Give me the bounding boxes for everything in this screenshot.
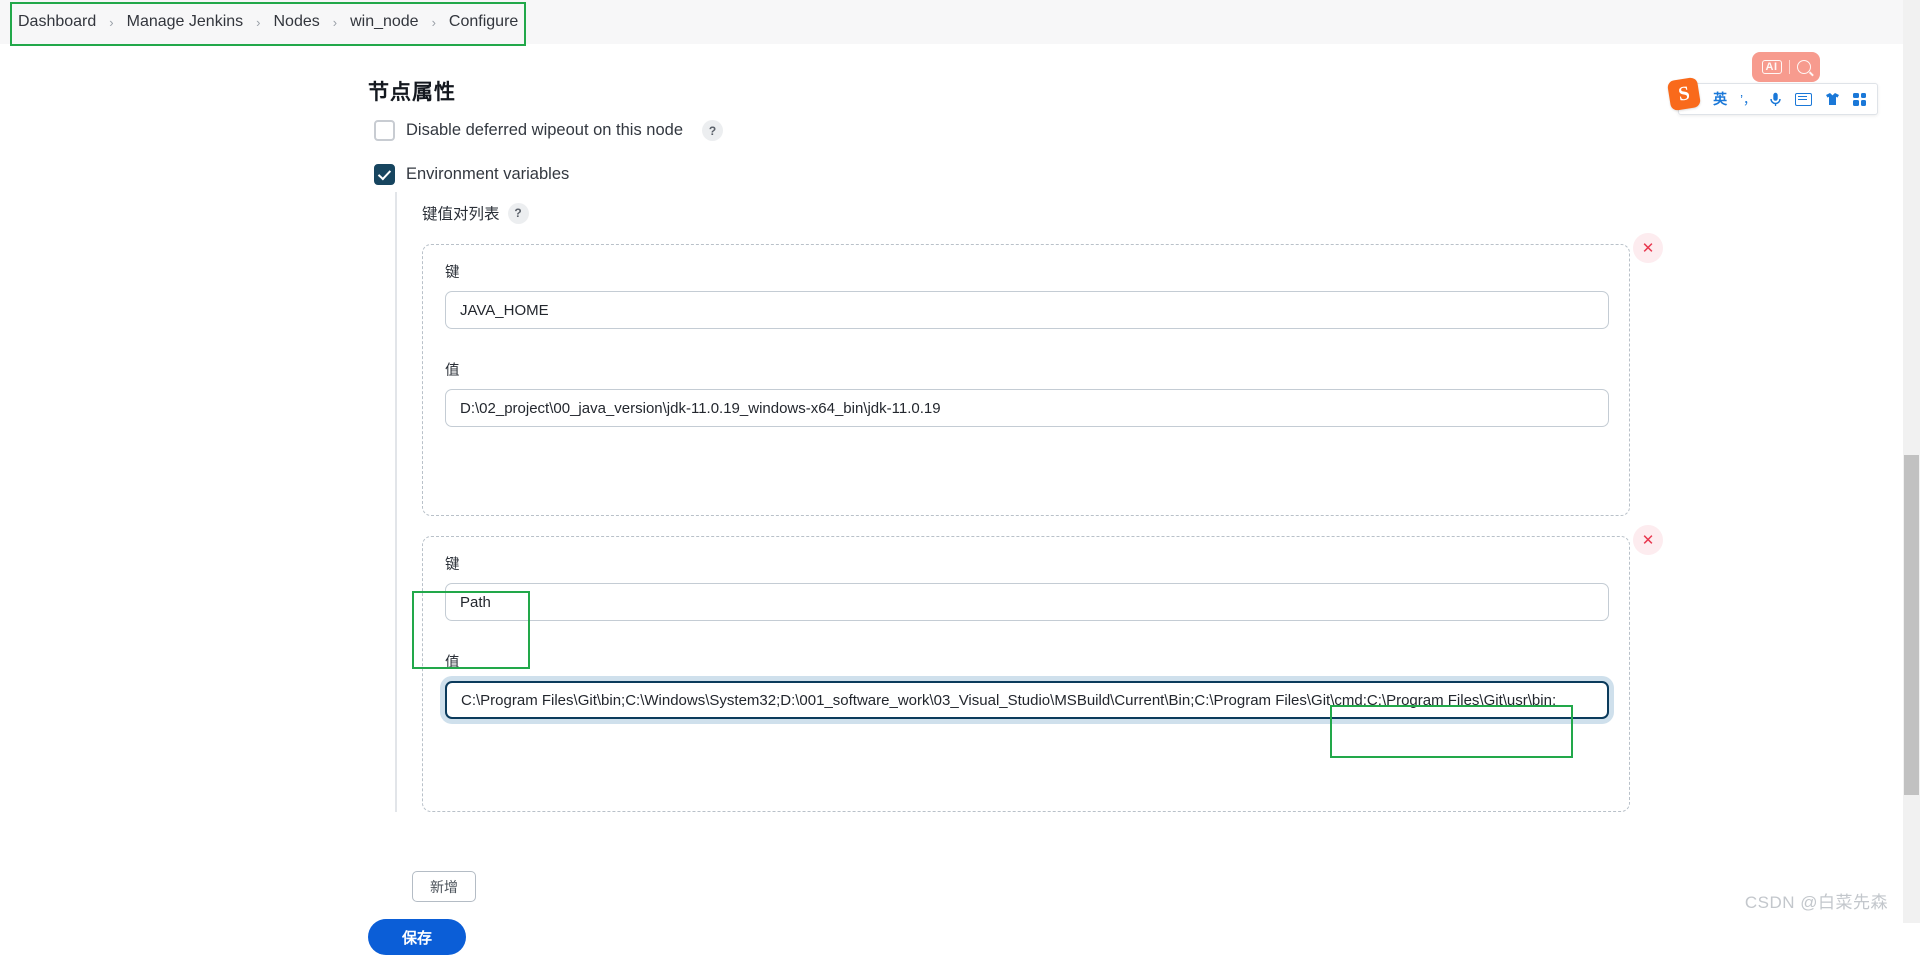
ime-status-bar: S 英 ’， <box>1666 76 1878 115</box>
breadcrumb-item-dashboard[interactable]: Dashboard <box>18 13 96 31</box>
ime-language-mode-button[interactable]: 英 <box>1713 92 1727 106</box>
add-entry-button[interactable]: 新增 <box>412 871 476 902</box>
key-value-entry: ✕ 键 值 <box>422 233 1663 516</box>
vertical-scrollbar-thumb[interactable] <box>1904 455 1919 795</box>
ai-icon[interactable]: AI <box>1761 60 1782 74</box>
key-value-entry: ✕ 键 值 <box>422 525 1663 812</box>
value-field-label: 值 <box>445 363 460 379</box>
help-icon[interactable]: ? <box>507 202 529 224</box>
key-input[interactable] <box>445 583 1609 621</box>
main-content: 节点属性 Disable deferred wipeout on this no… <box>0 44 1903 955</box>
breadcrumb-separator-icon: › <box>256 14 261 30</box>
delete-entry-button[interactable]: ✕ <box>1633 525 1663 555</box>
watermark: CSDN @白菜先森 <box>1744 893 1888 912</box>
breadcrumb-item-configure[interactable]: Configure <box>449 13 518 31</box>
breadcrumb-separator-icon: › <box>109 14 114 30</box>
skin-shirt-icon[interactable] <box>1825 92 1840 106</box>
checkbox-label-disable-deferred-wipeout: Disable deferred wipeout on this node <box>406 121 684 139</box>
key-value-list-label: 键值对列表 <box>422 206 500 223</box>
save-button[interactable]: 保存 <box>368 919 466 955</box>
page-title: 节点属性 <box>368 81 456 104</box>
ime-ai-search-pill[interactable]: AI <box>1752 52 1820 82</box>
breadcrumb-bar: Dashboard › Manage Jenkins › Nodes › win… <box>0 0 1920 44</box>
sogou-logo-icon[interactable]: S <box>1666 76 1702 112</box>
value-input[interactable] <box>445 681 1609 719</box>
breadcrumb-item-manage-jenkins[interactable]: Manage Jenkins <box>127 13 244 31</box>
breadcrumb-item-nodes[interactable]: Nodes <box>273 13 319 31</box>
checkbox-disable-deferred-wipeout[interactable] <box>374 120 395 141</box>
breadcrumb-item-win-node[interactable]: win_node <box>350 13 419 31</box>
search-icon[interactable] <box>1796 60 1811 74</box>
delete-entry-button[interactable]: ✕ <box>1633 233 1663 263</box>
value-field-label: 值 <box>445 655 460 671</box>
ime-punctuation-icon[interactable]: ’， <box>1740 93 1756 106</box>
microphone-icon[interactable] <box>1769 92 1782 107</box>
key-field-label: 键 <box>445 557 460 573</box>
key-field-label: 键 <box>445 265 460 281</box>
option-disable-deferred-wipeout[interactable]: Disable deferred wipeout on this node ? <box>374 120 724 141</box>
divider <box>1788 60 1790 74</box>
key-value-list-header: 键值对列表 ? <box>397 192 1637 224</box>
help-icon[interactable]: ? <box>702 120 724 141</box>
breadcrumb-separator-icon: › <box>431 14 436 30</box>
apps-grid-icon[interactable] <box>1853 92 1866 106</box>
keyboard-icon[interactable] <box>1795 92 1812 106</box>
key-input[interactable] <box>445 291 1609 329</box>
breadcrumb-separator-icon: › <box>332 14 338 30</box>
option-environment-variables[interactable]: Environment variables <box>374 164 569 185</box>
key-value-list-section: 键值对列表 ? ✕ 键 值 ✕ 键 值 <box>395 192 1663 812</box>
value-input[interactable] <box>445 389 1609 427</box>
checkbox-label-environment-variables: Environment variables <box>406 165 570 183</box>
vertical-scrollbar-track[interactable] <box>1903 0 1920 923</box>
checkbox-environment-variables[interactable] <box>374 164 395 185</box>
